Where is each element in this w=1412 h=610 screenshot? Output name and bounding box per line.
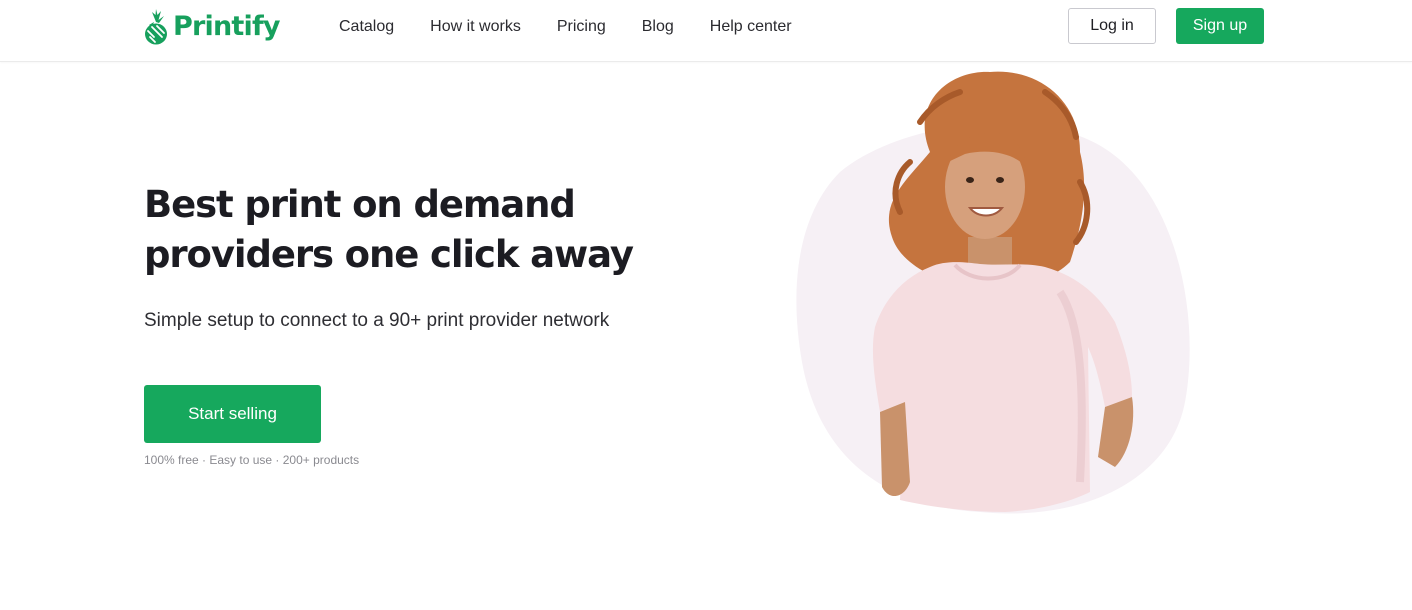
woman-in-tshirt-illustration xyxy=(796,71,1190,514)
brand-name: Printify xyxy=(173,11,281,42)
site-header: Printify Catalog How it works Pricing Bl… xyxy=(0,0,1412,62)
nav-item-pricing[interactable]: Pricing xyxy=(557,17,606,37)
printify-logo[interactable]: Printify xyxy=(143,8,281,46)
hero-title: Best print on demand providers one click… xyxy=(144,183,634,276)
signup-button[interactable]: Sign up xyxy=(1176,8,1264,44)
hero-subtitle: Simple setup to connect to a 90+ print p… xyxy=(144,310,610,331)
nav-item-blog[interactable]: Blog xyxy=(642,17,674,37)
nav-item-how-it-works[interactable]: How it works xyxy=(430,17,521,37)
start-selling-button[interactable]: Start selling xyxy=(144,385,321,443)
hero-image xyxy=(780,62,1220,532)
main-nav: Catalog How it works Pricing Blog Help c… xyxy=(339,17,828,37)
nav-item-catalog[interactable]: Catalog xyxy=(339,17,394,37)
pineapple-icon xyxy=(145,9,167,45)
nav-item-help-center[interactable]: Help center xyxy=(710,17,792,37)
hero-features: 100% free · Easy to use · 200+ products xyxy=(144,453,360,467)
login-button[interactable]: Log in xyxy=(1068,8,1156,44)
